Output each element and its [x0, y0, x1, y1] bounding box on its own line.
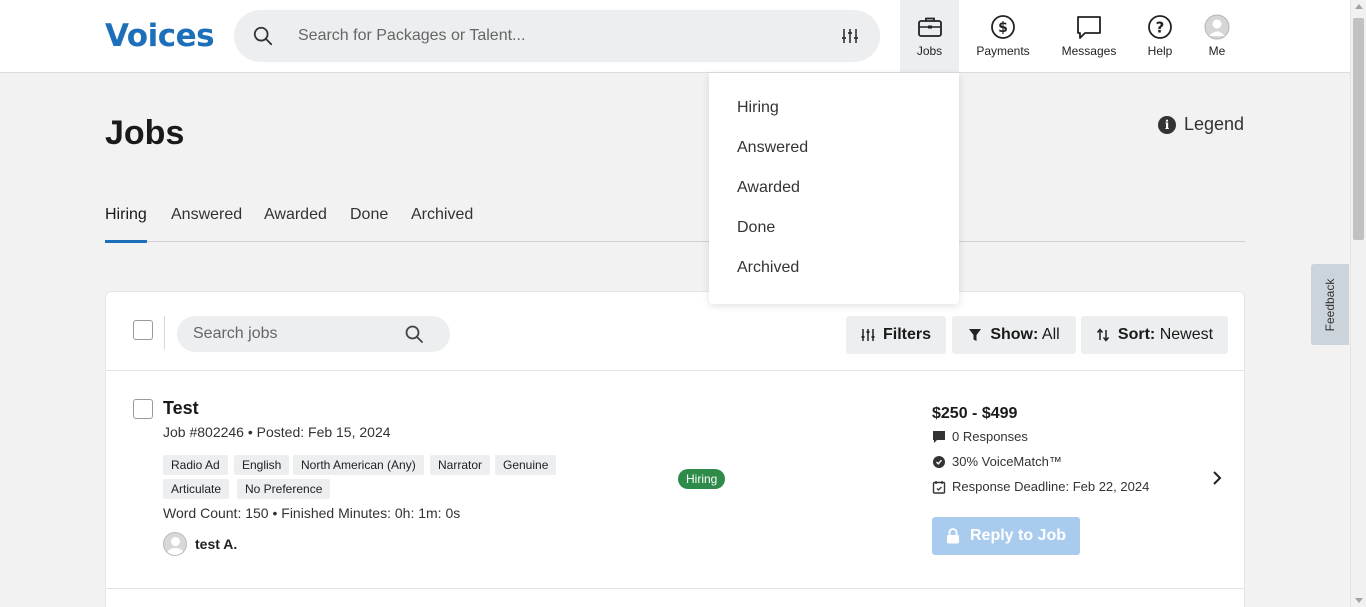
responses-text: 0 Responses — [952, 429, 1028, 444]
feedback-tab[interactable]: Feedback — [1311, 264, 1349, 345]
tab-answered[interactable]: Answered — [171, 206, 242, 240]
tag-radio-ad: Radio Ad — [163, 455, 228, 475]
jobs-toolbar: Filters Show: All Sort: Newest — [106, 292, 1244, 371]
sort-text: Sort: Newest — [1118, 326, 1213, 344]
show-button[interactable]: Show: All — [952, 316, 1076, 354]
tab-hiring[interactable]: Hiring — [105, 206, 147, 243]
nav-help[interactable]: ? Help — [1138, 0, 1182, 72]
reply-to-job-button[interactable]: Reply to Job — [932, 517, 1080, 555]
responses-line: 0 Responses — [932, 429, 1028, 444]
search-filter-icon[interactable] — [840, 26, 860, 46]
status-badge: Hiring — [678, 469, 726, 489]
nav-me-label: Me — [1208, 44, 1226, 58]
scrollbar-thumb[interactable] — [1353, 18, 1364, 240]
nav-help-label: Help — [1147, 44, 1173, 58]
calendar-icon — [932, 480, 946, 494]
dropdown-item-hiring[interactable]: Hiring — [737, 99, 779, 117]
nav-jobs[interactable]: Jobs — [900, 0, 959, 72]
job-row[interactable]: Test Job #802246 • Posted: Feb 15, 2024 … — [106, 371, 1244, 589]
sort-value: Newest — [1159, 326, 1214, 343]
voices-logo[interactable]: Voices — [105, 18, 215, 54]
message-icon — [1077, 16, 1101, 39]
scroll-up-arrow[interactable] — [1355, 4, 1363, 9]
tag-north-american: North American (Any) — [293, 455, 424, 475]
avatar — [163, 532, 187, 556]
badge-icon — [933, 455, 945, 468]
tag-english: English — [234, 455, 290, 475]
tab-awarded[interactable]: Awarded — [264, 206, 327, 240]
search-icon[interactable] — [404, 324, 424, 344]
lock-icon — [946, 528, 959, 544]
show-value: All — [1041, 326, 1060, 343]
nav-jobs-label: Jobs — [916, 44, 943, 58]
avatar-icon — [1204, 14, 1230, 40]
word-count: Word Count: 150 • Finished Minutes: 0h: … — [163, 505, 461, 521]
job-title[interactable]: Test — [163, 398, 199, 419]
tag-genuine: Genuine — [495, 455, 557, 475]
sort-button[interactable]: Sort: Newest — [1081, 316, 1228, 354]
tag-no-preference: No Preference — [237, 479, 331, 499]
deadline-text: Response Deadline: Feb 22, 2024 — [952, 479, 1150, 494]
filters-label: Filters — [882, 326, 931, 343]
job-search[interactable] — [177, 316, 450, 352]
tab-archived[interactable]: Archived — [411, 206, 473, 240]
comment-icon — [933, 430, 945, 443]
global-search-input[interactable] — [298, 23, 818, 49]
dropdown-item-done[interactable]: Done — [737, 219, 775, 237]
toolbar-divider — [164, 316, 165, 350]
global-search[interactable] — [234, 10, 880, 62]
info-icon: i — [1158, 115, 1176, 134]
svg-text:?: ? — [1156, 19, 1165, 37]
dollar-circle-icon: $ — [991, 15, 1015, 39]
job-meta: Job #802246 • Posted: Feb 15, 2024 — [163, 424, 391, 440]
page-title: Jobs — [105, 114, 185, 152]
dropdown-item-awarded[interactable]: Awarded — [737, 179, 800, 197]
tab-done[interactable]: Done — [350, 206, 388, 240]
show-label: Show: — [990, 326, 1039, 343]
sort-arrows-icon — [1096, 328, 1109, 342]
tag-narrator: Narrator — [430, 455, 491, 475]
svg-text:$: $ — [998, 20, 1008, 36]
dropdown-item-answered[interactable]: Answered — [737, 139, 808, 157]
reply-label: Reply to Job — [969, 527, 1066, 544]
search-icon — [253, 26, 273, 46]
jobs-card: Filters Show: All Sort: Newest Test Job … — [105, 291, 1245, 607]
voicematch-text: 30% VoiceMatch™ — [952, 454, 1062, 469]
job-author: test A. — [163, 532, 237, 556]
job-budget: $250 - $499 — [932, 405, 1018, 422]
author-name: test A. — [195, 536, 238, 552]
nav-messages-label: Messages — [1061, 44, 1117, 58]
page-scrollbar[interactable] — [1350, 0, 1366, 607]
tag-articulate: Articulate — [163, 479, 230, 499]
scroll-down-arrow[interactable] — [1355, 598, 1363, 603]
feedback-label: Feedback — [1323, 278, 1337, 331]
sliders-icon — [861, 329, 875, 341]
nav-payments[interactable]: $ Payments — [970, 0, 1036, 72]
legend-label: Legend — [1184, 114, 1245, 134]
filters-button[interactable]: Filters — [846, 316, 946, 354]
nav-messages[interactable]: Messages — [1056, 0, 1122, 72]
voicematch-line: 30% VoiceMatch™ — [932, 454, 1062, 469]
job-tabs: Hiring Answered Awarded Done Archived — [105, 198, 1245, 243]
nav-me[interactable]: Me — [1196, 0, 1238, 72]
show-text: Show: All — [990, 326, 1059, 344]
sort-label: Sort: — [1117, 326, 1156, 343]
help-icon: ? — [1148, 15, 1172, 39]
job-select-checkbox[interactable] — [133, 399, 153, 419]
funnel-icon — [969, 329, 982, 341]
deadline-line: Response Deadline: Feb 22, 2024 — [932, 479, 1149, 494]
nav-payments-label: Payments — [976, 44, 1030, 58]
chevron-right-icon[interactable] — [1210, 469, 1224, 487]
dropdown-item-archived[interactable]: Archived — [737, 259, 799, 277]
job-search-input[interactable] — [193, 324, 393, 344]
top-header: Voices Jobs $ Payments — [0, 0, 1350, 73]
select-all-checkbox[interactable] — [133, 320, 153, 340]
jobs-dropdown-menu: Hiring Answered Awarded Done Archived — [709, 73, 959, 304]
legend-button[interactable]: i Legend — [1158, 114, 1244, 135]
briefcase-icon — [917, 17, 942, 37]
